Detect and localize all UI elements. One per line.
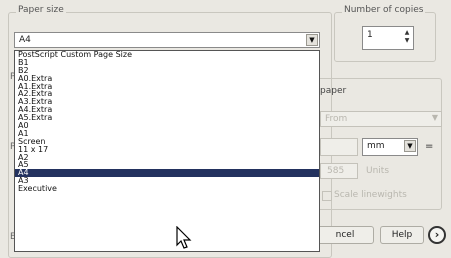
unit-combo[interactable]: mm ▼ [362, 138, 418, 156]
chevron-down-icon[interactable]: ▼ [432, 113, 438, 122]
paper-size-option[interactable]: B2 [15, 67, 319, 75]
help-label: Help [391, 230, 413, 240]
scale-label: Scale linewights [334, 190, 407, 200]
chevron-down-icon[interactable]: ▼ [404, 140, 416, 152]
copies-title: Number of copies [342, 5, 426, 16]
spin-updown-icon[interactable]: ▲ ▼ [402, 29, 412, 47]
paper-size-value: A4 [19, 35, 31, 45]
paper-size-option[interactable]: B1 [15, 59, 319, 67]
chevron-down-icon[interactable]: ▼ [306, 34, 318, 46]
paper-size-option[interactable]: A0 [15, 122, 319, 130]
paper-size-option[interactable]: 11 x 17 [15, 146, 319, 154]
units-label: Units [366, 166, 390, 176]
paper-size-option[interactable]: A2.Extra [15, 90, 319, 98]
next-arrow-icon[interactable]: › [428, 226, 446, 244]
scale-checkbox[interactable] [322, 191, 332, 201]
paper-size-option[interactable]: A3.Extra [15, 98, 319, 106]
units-number: 585 [327, 166, 345, 176]
paper-size-option[interactable]: Screen [15, 138, 319, 146]
paper-size-dropdown-list[interactable]: PostScript Custom Page Size B1 B2 A0.Extra A… [14, 50, 320, 252]
copies-value: 1 [367, 30, 373, 40]
cancel-button[interactable]: ncel [316, 226, 374, 244]
paper-size-option[interactable]: A1.Extra [15, 83, 319, 91]
paper-label: paper [320, 86, 347, 96]
size-field[interactable] [320, 138, 358, 156]
paper-source-value: From [325, 114, 348, 124]
cancel-label: ncel [335, 230, 355, 240]
help-button[interactable]: Help [380, 226, 424, 244]
paper-size-option[interactable]: A5.Extra [15, 114, 319, 122]
mouse-cursor-icon [176, 226, 192, 249]
paper-size-option[interactable]: A2 [15, 154, 319, 162]
paper-size-option[interactable]: Executive [15, 185, 319, 193]
paper-size-option[interactable]: A3 [15, 177, 319, 185]
paper-size-option[interactable]: A4.Extra [15, 106, 319, 114]
paper-source-combo[interactable]: From ▼ [320, 111, 442, 127]
paper-size-title: Paper size [16, 5, 66, 16]
equals-icon: = [425, 141, 434, 152]
copies-spinner[interactable]: 1 ▲ ▼ [362, 26, 414, 50]
paper-size-option[interactable]: A1 [15, 130, 319, 138]
paper-size-combo[interactable]: A4 ▼ [14, 32, 320, 48]
paper-size-option[interactable]: A5 [15, 161, 319, 169]
units-number-field[interactable]: 585 [320, 163, 358, 179]
paper-size-option[interactable]: PostScript Custom Page Size [15, 51, 319, 59]
paper-size-option[interactable]: A0.Extra [15, 75, 319, 83]
unit-value: mm [367, 141, 385, 151]
paper-size-option[interactable]: A4 [15, 169, 319, 178]
